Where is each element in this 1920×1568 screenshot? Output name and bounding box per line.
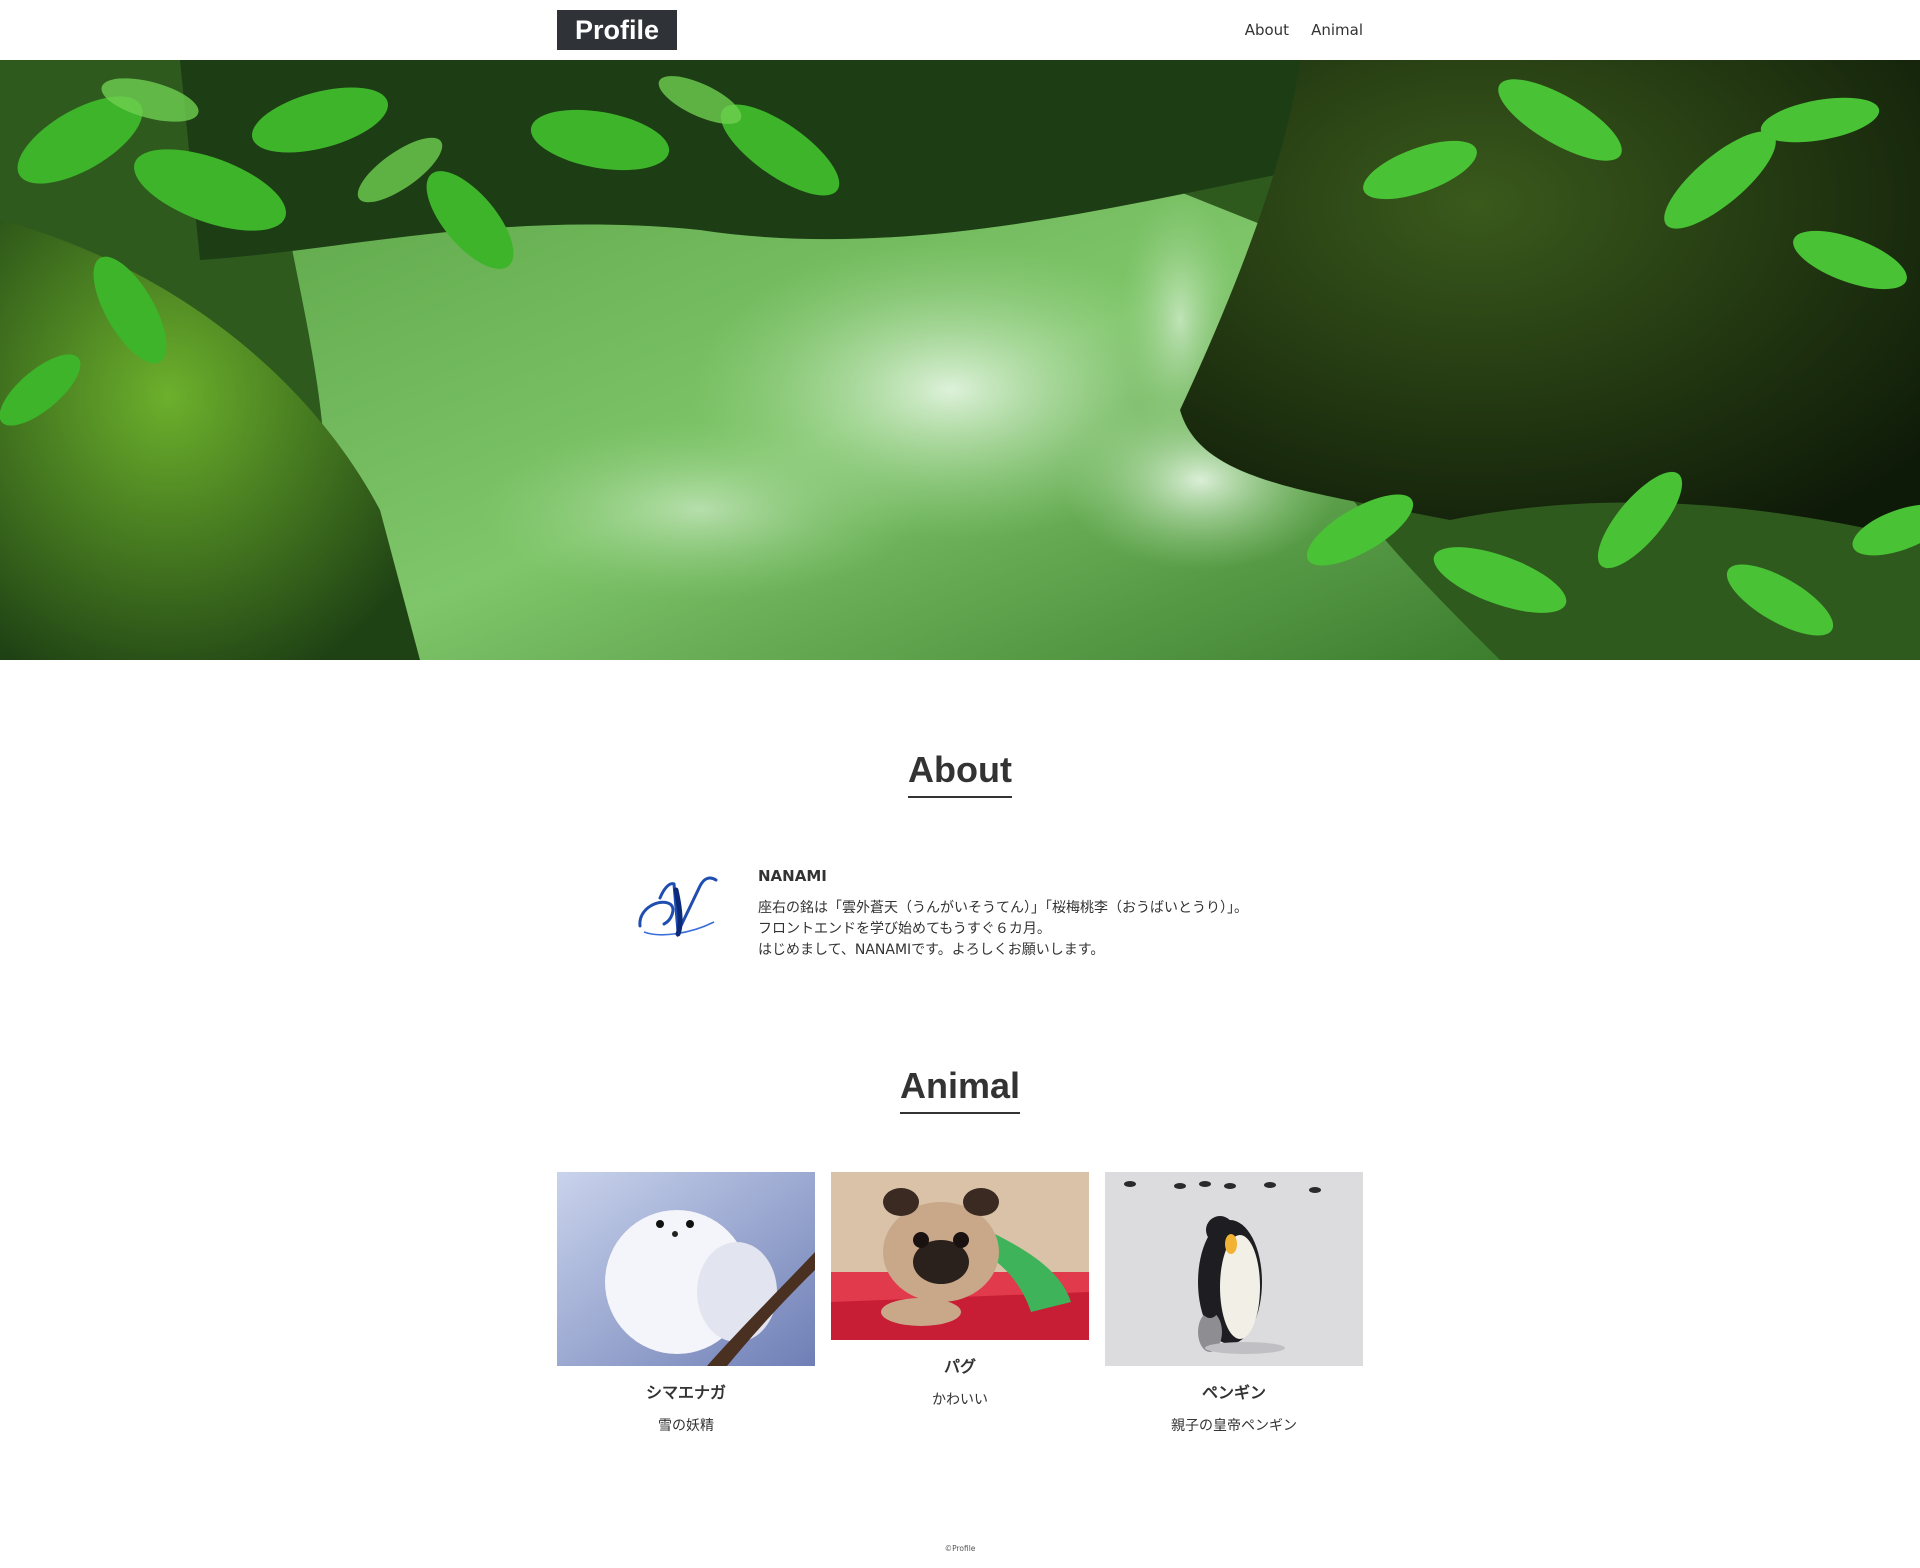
emperor-penguin-photo <box>1105 1172 1363 1366</box>
animal-card-name: シマエナガ <box>645 1383 726 1402</box>
long-tailed-tit-photo <box>557 1172 815 1366</box>
profile-line: はじめまして、NANAMIです。よろしくお願いします。 <box>758 942 1105 958</box>
nav-link-animal[interactable]: Animal <box>1311 20 1363 40</box>
about-heading: About <box>908 748 1012 798</box>
about-profile: NANAMI 座右の銘は「雲外蒼天（うんがいそうてん）」「桜梅桃李（おうばいとう… <box>758 866 1318 961</box>
animal-card-desc: かわいい <box>932 1392 988 1408</box>
copyright-text: ©Profile <box>944 1544 976 1553</box>
profile-name: NANAMI <box>758 867 827 885</box>
animal-card-desc: 親子の皇帝ペンギン <box>1171 1418 1297 1434</box>
site-header: Profile About Animal <box>0 0 1920 60</box>
script-letter-n-icon <box>630 868 730 948</box>
site-footer: ©Profile <box>0 1544 1920 1554</box>
animal-card-name: ペンギン <box>1201 1383 1266 1402</box>
profile-line: 座右の銘は「雲外蒼天（うんがいそうてん）」「桜梅桃李（おうばいとうり）」。 <box>758 900 1248 916</box>
profile-line: フロントエンドを学び始めてもうすぐ６カ月。 <box>758 921 1051 937</box>
main-nav: About Animal <box>1245 20 1363 40</box>
animal-heading: Animal <box>899 1064 1021 1114</box>
forest-stream-photo <box>0 60 1920 660</box>
about-section-title: About <box>0 748 1920 798</box>
hero-image <box>0 60 1920 660</box>
animal-card-name: パグ <box>943 1357 976 1376</box>
animal-card-desc: 雪の妖精 <box>658 1418 714 1434</box>
site-logo[interactable]: Profile <box>557 10 677 50</box>
animal-card: シマエナガ 雪の妖精 <box>557 1172 815 1436</box>
animal-card: ペンギン 親子の皇帝ペンギン <box>1105 1172 1363 1436</box>
animal-card: パグ かわいい <box>831 1172 1089 1410</box>
pug-puppy-photo <box>831 1172 1089 1340</box>
animal-section-title: Animal <box>0 1064 1920 1114</box>
nav-link-about[interactable]: About <box>1245 20 1289 40</box>
